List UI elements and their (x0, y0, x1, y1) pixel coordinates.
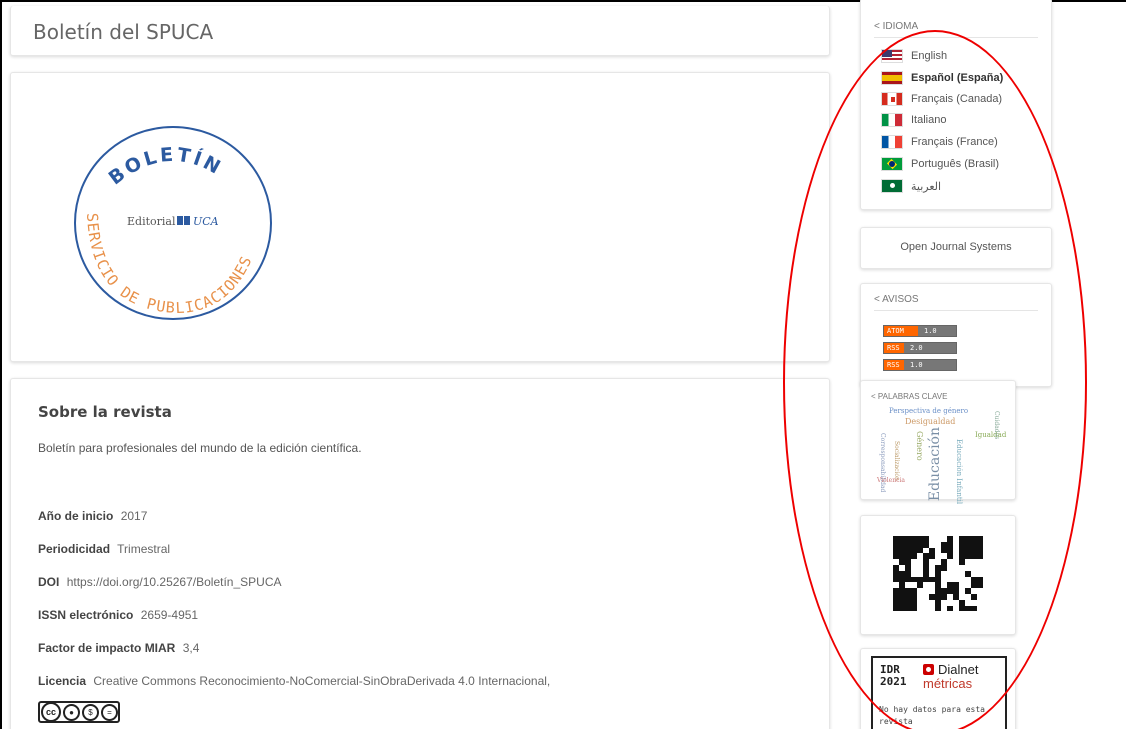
info-value: 3,4 (182, 641, 200, 655)
info-value: 2017 (120, 509, 148, 523)
info-row-issn: ISSN electrónico 2659-4951 (38, 608, 198, 622)
info-label: Licencia (38, 674, 87, 688)
info-label: ISSN electrónico (38, 608, 134, 622)
feed-version: 1.0 (904, 360, 956, 370)
keyword[interactable]: Educación Infantil (955, 439, 963, 504)
language-label: Français (France) (911, 136, 998, 148)
about-title: Sobre la revista (38, 403, 172, 421)
keyword[interactable]: Desigualdad (905, 417, 955, 426)
idr-year: 2021 (880, 675, 907, 688)
language-item-english[interactable]: English (881, 47, 947, 65)
about-description: Boletín para profesionales del mundo de … (38, 441, 362, 455)
language-label: Español (España) (911, 72, 1004, 84)
frame-left (0, 0, 2, 729)
atom-feed-button[interactable]: ATOM 1.0 (883, 325, 957, 337)
info-label: Factor de impacto MIAR (38, 641, 176, 655)
keyword[interactable]: Cuidados (993, 411, 1000, 439)
feed-version: 1.0 (918, 326, 956, 336)
it-flag-icon (881, 113, 903, 127)
keyword[interactable]: Igualdad (975, 431, 1006, 439)
br-flag-icon (881, 157, 903, 171)
qr-code[interactable] (893, 536, 983, 612)
feed-type: RSS (884, 360, 904, 370)
ca-flag-icon (881, 92, 903, 106)
logo-editorial-text: Editorial (127, 215, 176, 228)
language-item-french-canada[interactable]: Français (Canada) (881, 90, 1002, 108)
us-flag-icon (881, 49, 903, 63)
language-item-italian[interactable]: Italiano (881, 111, 946, 129)
logo-panel: BOLETÍN SERVICIO DE PUBLICACIONES Editor… (10, 72, 830, 362)
page: Boletín del SPUCA BOLETÍN SERVICIO DE PU… (0, 0, 1126, 729)
divider (874, 310, 1038, 311)
license-link[interactable]: Creative Commons Reconocimiento-NoComerc… (93, 674, 550, 688)
keywords-title[interactable]: < PALABRAS CLAVE (871, 392, 947, 401)
language-item-arabic[interactable]: العربية (881, 177, 941, 195)
info-row-frequency: Periodicidad Trimestral (38, 542, 170, 556)
language-block: < IDIOMA English Español (España) França… (860, 0, 1052, 210)
dialnet-idr: IDR 2021 (880, 664, 907, 688)
nc-icon: $ (82, 703, 99, 721)
nd-icon: = (101, 703, 118, 721)
keywords-block: < PALABRAS CLAVE Perspectiva de género D… (860, 380, 1016, 504)
logo-top-text: BOLETÍN (105, 144, 224, 190)
info-value: Trimestral (117, 542, 171, 556)
dialnet-logo: Dialnet (923, 662, 978, 677)
qr-block (860, 515, 1016, 635)
info-row-doi: DOI https://doi.org/10.25267/Boletín_SPU… (38, 575, 282, 589)
info-row-license: Licencia Creative Commons Reconocimiento… (38, 674, 550, 688)
keyword-cloud: Perspectiva de género Desigualdad Educac… (875, 405, 1006, 504)
qr-module (977, 605, 983, 612)
keyword[interactable]: Violencia (877, 477, 905, 484)
keyword[interactable]: Socialización (893, 441, 900, 481)
feed-type: ATOM (884, 326, 918, 336)
by-icon: ● (63, 703, 80, 721)
dialnet-metrics-badge[interactable]: IDR 2021 Dialnet métricas No hay datos p… (871, 656, 1007, 729)
svg-text:BOLETÍN: BOLETÍN (105, 144, 227, 190)
info-value: 2659-4951 (140, 608, 199, 622)
dialnet-metricas: métricas (923, 676, 973, 691)
language-title[interactable]: < IDIOMA (874, 21, 918, 32)
info-label: Periodicidad (38, 542, 111, 556)
feed-type: RSS (884, 343, 904, 353)
ojs-block: Open Journal Systems (860, 227, 1052, 269)
info-row-start-year: Año de inicio 2017 (38, 509, 147, 523)
language-label: English (911, 50, 948, 62)
doi-link[interactable]: https://doi.org/10.25267/Boletín_SPUCA (67, 575, 282, 589)
ojs-link[interactable]: Open Journal Systems (861, 241, 1051, 253)
keyword[interactable]: Educación (927, 427, 943, 501)
keyword[interactable]: Perspectiva de género (889, 407, 968, 415)
avisos-title[interactable]: < AVISOS (874, 294, 919, 305)
site-header: Boletín del SPUCA (10, 6, 830, 56)
keyword[interactable]: Género (915, 431, 924, 461)
site-title[interactable]: Boletín del SPUCA (33, 20, 213, 44)
info-label: Año de inicio (38, 509, 114, 523)
language-item-spanish[interactable]: Español (España) (881, 69, 1003, 87)
language-label: العربية (911, 180, 942, 193)
divider (874, 37, 1038, 38)
cc-license-badge[interactable]: cc ● $ = (38, 701, 120, 723)
info-label: DOI (38, 575, 60, 589)
info-row-impact: Factor de impacto MIAR 3,4 (38, 641, 199, 655)
logo-brand-text: UCA (193, 215, 219, 228)
rss1-feed-button[interactable]: RSS 1.0 (883, 359, 957, 371)
rss2-feed-button[interactable]: RSS 2.0 (883, 342, 957, 354)
feed-version: 2.0 (904, 343, 956, 353)
language-label: Français (Canada) (911, 93, 1003, 105)
dialnet-brand: Dialnet (938, 662, 979, 677)
dialnet-no-data: No hay datos para esta revista (879, 705, 985, 726)
dialnet-block: IDR 2021 Dialnet métricas No hay datos p… (860, 648, 1016, 729)
fr-flag-icon (881, 135, 903, 149)
sa-flag-icon (881, 179, 903, 193)
journal-logo: BOLETÍN SERVICIO DE PUBLICACIONES Editor… (74, 126, 272, 320)
language-label: Italiano (911, 114, 947, 126)
language-item-french-france[interactable]: Français (France) (881, 133, 998, 151)
about-panel: Sobre la revista Boletín para profesiona… (10, 378, 830, 729)
language-label: Português (Brasil) (911, 158, 1000, 170)
language-item-portuguese[interactable]: Português (Brasil) (881, 155, 999, 173)
dialnet-icon (923, 664, 934, 675)
avisos-block: < AVISOS ATOM 1.0 RSS 2.0 RSS 1.0 (860, 283, 1052, 387)
es-flag-icon (881, 71, 903, 85)
cc-icon: cc (41, 703, 61, 721)
